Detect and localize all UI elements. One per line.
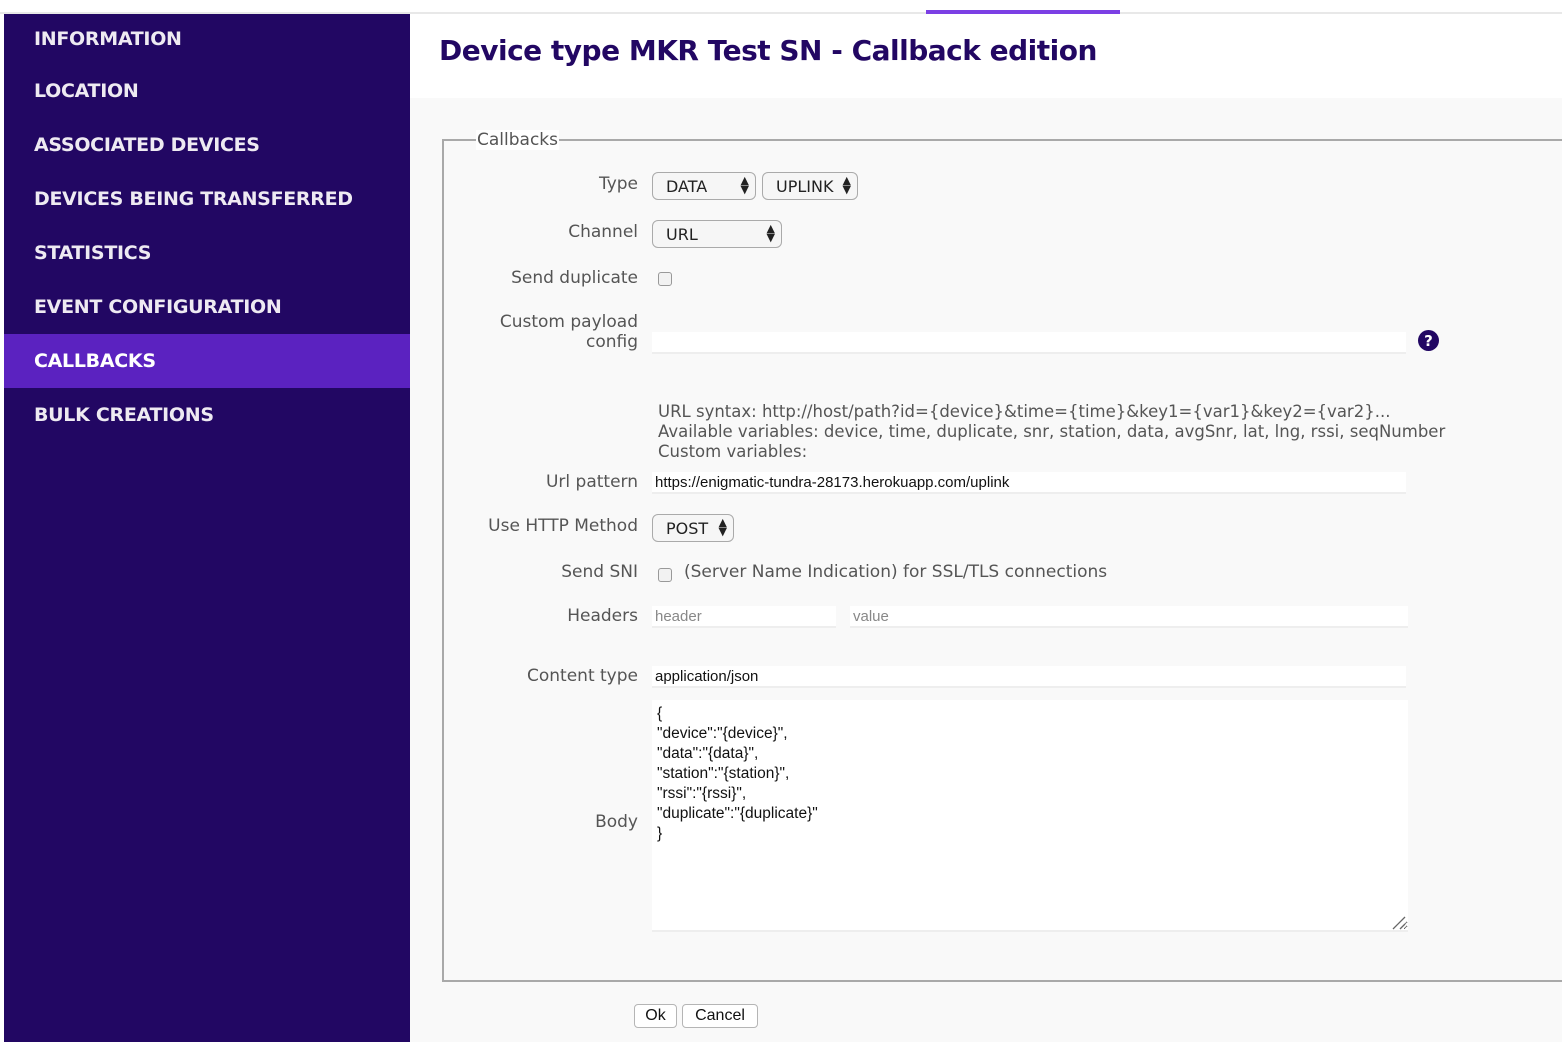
content-type-input[interactable] [652, 666, 1406, 688]
select-arrows-icon: ▲ ▼ [766, 222, 775, 244]
http-method-select[interactable]: POST ▲ ▼ [652, 514, 734, 542]
sidebar-item-label: INFORMATION [34, 28, 182, 50]
channel-select-value: URL [666, 224, 698, 244]
select-arrows-icon: ▲ ▼ [842, 174, 851, 196]
sidebar-item-label: CALLBACKS [34, 350, 156, 372]
send-sni-checkbox[interactable] [658, 568, 672, 582]
sidebar-item-associated-devices[interactable]: ASSOCIATED DEVICES [4, 118, 410, 172]
sidebar-item-label: EVENT CONFIGURATION [34, 296, 282, 318]
headers-label: Headers [567, 606, 638, 626]
title-bar: Device type MKR Test SN - Callback editi… [410, 14, 1562, 98]
question-circle-icon[interactable]: ? [1418, 330, 1439, 351]
sidebar-item-label: DEVICES BEING TRANSFERRED [34, 188, 353, 210]
page-title: Device type MKR Test SN - Callback editi… [439, 34, 1097, 67]
type-direction-value: UPLINK [776, 176, 834, 196]
custom-payload-label: Custom payload config [338, 312, 638, 352]
type-select-value: DATA [666, 176, 708, 196]
http-method-value: POST [666, 518, 709, 538]
send-duplicate-label: Send duplicate [511, 268, 638, 288]
body-label: Body [595, 812, 638, 832]
http-method-label: Use HTTP Method [488, 516, 638, 536]
sidebar-item-label: ASSOCIATED DEVICES [34, 134, 260, 156]
help-url-syntax: URL syntax: http://host/path?id={device}… [658, 402, 1391, 421]
main-content: Device type MKR Test SN - Callback editi… [410, 14, 1562, 1042]
callbacks-legend: Callbacks [476, 130, 559, 150]
sidebar-item-label: LOCATION [34, 80, 139, 102]
send-sni-description: (Server Name Indication) for SSL/TLS con… [684, 562, 1108, 582]
send-sni-label: Send SNI [561, 562, 638, 582]
sidebar-item-information[interactable]: INFORMATION [4, 14, 410, 64]
channel-select[interactable]: URL ▲ ▼ [652, 220, 782, 248]
resize-handle-icon[interactable] [1392, 916, 1406, 930]
select-arrows-icon: ▲ ▼ [718, 516, 727, 538]
url-pattern-label: Url pattern [545, 472, 638, 492]
help-custom-variables: Custom variables: [658, 442, 808, 461]
url-pattern-input[interactable] [652, 472, 1406, 494]
type-label: Type [598, 174, 638, 194]
channel-label: Channel [568, 222, 638, 242]
body-textarea[interactable]: { "device":"{device}", "data":"{data}", … [652, 700, 1408, 932]
content-type-label: Content type [527, 666, 638, 686]
header-value-input[interactable] [850, 606, 1408, 628]
help-available-variables: Available variables: device, time, dupli… [658, 422, 1446, 441]
type-direction-select[interactable]: UPLINK ▲ ▼ [762, 172, 858, 200]
top-bar [0, 0, 1562, 14]
sidebar-item-label: BULK CREATIONS [34, 404, 214, 426]
custom-payload-label-line1: Custom payload [499, 312, 638, 332]
sidebar-item-location[interactable]: LOCATION [4, 64, 410, 118]
sidebar-item-bulk-creations[interactable]: BULK CREATIONS [4, 388, 410, 442]
cancel-button[interactable]: Cancel [682, 1004, 758, 1028]
callbacks-fieldset: Callbacks Type DATA ▲ ▼ UPLINK ▲ ▼ Channel… [442, 130, 1562, 982]
custom-payload-label-line2: config [585, 332, 638, 352]
sidebar-item-label: STATISTICS [34, 242, 152, 264]
header-name-input[interactable] [652, 606, 836, 628]
url-syntax-help: URL syntax: http://host/path?id={device}… [658, 402, 1445, 462]
send-duplicate-checkbox[interactable] [658, 272, 672, 286]
ok-button[interactable]: Ok [634, 1004, 677, 1028]
select-arrows-icon: ▲ ▼ [740, 174, 749, 196]
type-select[interactable]: DATA ▲ ▼ [652, 172, 756, 200]
custom-payload-input[interactable] [652, 332, 1406, 354]
